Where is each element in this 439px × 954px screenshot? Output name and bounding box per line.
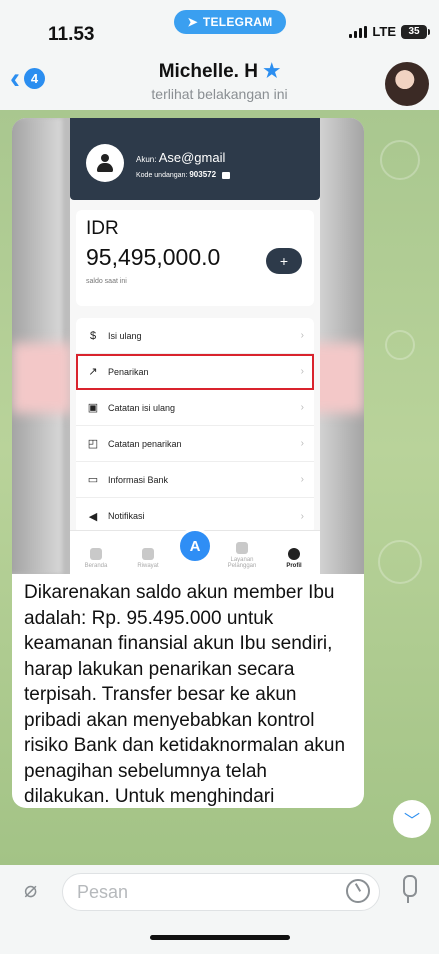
status-indicators: LTE 35 (349, 24, 430, 39)
menu-item: $ Isi ulang › (76, 318, 314, 354)
balance-card: IDR 95,495,000.0 saldo saat ini + (76, 210, 314, 306)
battery-level: 35 (408, 26, 420, 37)
app-logo-icon: A (177, 528, 213, 564)
chevron-right-icon: › (300, 438, 304, 449)
last-seen-status: terlihat belakangan ini (151, 86, 288, 102)
nav-label: Riwayat (137, 563, 159, 570)
chat-area[interactable]: Akun: Ase@gmail Kode undangan: 903572 ID… (0, 110, 439, 865)
invite-value: 903572 (189, 170, 217, 179)
home-indicator (150, 935, 290, 940)
nav-label: Layanan Pelanggan (227, 556, 257, 570)
paperclip-icon[interactable]: ⌀ (24, 877, 37, 903)
wallpaper-doodle (380, 140, 420, 180)
network-label: LTE (372, 24, 396, 39)
menu-item: ◰ Catatan penarikan › (76, 426, 314, 462)
chevron-right-icon: › (300, 510, 304, 522)
blur-glow (12, 343, 72, 413)
message-bubble[interactable]: Akun: Ase@gmail Kode undangan: 903572 ID… (12, 118, 364, 808)
attached-screenshot[interactable]: Akun: Ase@gmail Kode undangan: 903572 ID… (12, 118, 364, 574)
top-bar: 11.53 ➤ TELEGRAM LTE 35 ‹ 4 Michelle. H … (0, 0, 439, 110)
scroll-to-bottom-button[interactable]: ﹀ (393, 800, 431, 838)
withdraw-record-icon: ◰ (87, 438, 99, 450)
menu-label: Catatan penarikan (108, 438, 182, 449)
contact-name: Michelle. H (158, 61, 258, 82)
battery-icon: 35 (401, 24, 430, 39)
invite-label: Kode undangan: (136, 172, 188, 179)
balance-caption: saldo saat ini (86, 278, 127, 285)
star-icon: ★ (263, 61, 281, 82)
profile-header: Akun: Ase@gmail Kode undangan: 903572 (70, 118, 320, 200)
home-icon (90, 548, 102, 561)
menu-label: Isi ulang (108, 330, 142, 341)
telegram-plane-icon: ➤ (187, 15, 198, 29)
wallpaper-doodle (385, 330, 415, 360)
menu-item: ▣ Catatan isi ulang › (76, 390, 314, 426)
plus-icon: + (266, 248, 302, 274)
chevron-right-icon: › (300, 402, 304, 413)
chevron-down-icon: ﹀ (403, 813, 420, 830)
nav-home: Beranda (73, 548, 119, 570)
nav-label: Profil (286, 563, 302, 570)
message-text: Dikarenakan saldo akun member Ibu adalah… (24, 582, 346, 807)
menu-item: ▭ Informasi Bank › (76, 462, 314, 498)
chat-title[interactable]: Michelle. H ★ (0, 60, 439, 83)
copy-icon (222, 171, 230, 179)
user-avatar-icon (86, 144, 124, 182)
speaker-icon: ◀ (88, 510, 98, 523)
message-composer: ⌀ (0, 865, 439, 954)
arrow-up-right-icon: ↗ (88, 366, 98, 378)
message-input[interactable] (62, 873, 380, 911)
balance-amount: 95,495,000.0 (86, 244, 221, 270)
chevron-right-icon: › (300, 474, 304, 485)
status-time: 11.53 (48, 24, 95, 45)
chevron-right-icon: › (300, 330, 304, 341)
bank-card-icon: ▭ (87, 474, 99, 486)
chat-icon (236, 541, 248, 554)
account-info: Akun: Ase@gmail (136, 150, 225, 165)
menu-label: Penarikan (108, 366, 149, 377)
invite-code: Kode undangan: 903572 (136, 170, 230, 179)
signal-icon (349, 25, 368, 38)
profile-menu: $ Isi ulang › ↗ Penarikan › ▣ Catatan is… (76, 318, 314, 534)
contact-avatar[interactable] (385, 62, 429, 106)
dollar-circle-icon: $ (89, 329, 97, 342)
wallpaper-doodle (378, 540, 422, 584)
microphone-icon[interactable] (400, 875, 417, 903)
account-label: Akun: (136, 155, 157, 164)
menu-label: Catatan isi ulang (108, 402, 176, 413)
nav-support: Layanan Pelanggan (219, 541, 265, 570)
nav-profile: Profil (271, 548, 317, 570)
currency: IDR (86, 218, 119, 239)
sticker-icon[interactable] (346, 879, 370, 903)
history-icon (142, 548, 154, 561)
topup-record-icon: ▣ (87, 402, 99, 414)
nav-label: Beranda (84, 563, 108, 570)
menu-item-highlighted: ↗ Penarikan › (76, 354, 314, 390)
telegram-label: TELEGRAM (202, 15, 273, 29)
account-value: Ase@gmail (158, 150, 226, 165)
menu-label: Informasi Bank (108, 474, 169, 485)
person-icon (288, 548, 300, 561)
telegram-return-pill[interactable]: ➤ TELEGRAM (174, 10, 286, 34)
chevron-right-icon: › (300, 366, 304, 377)
bottom-nav: Beranda Riwayat A Layanan Pelanggan Prof… (70, 528, 320, 574)
menu-label: Notifikasi (108, 511, 145, 521)
nav-history: Riwayat (125, 548, 171, 570)
app-screenshot: Akun: Ase@gmail Kode undangan: 903572 ID… (70, 118, 320, 574)
